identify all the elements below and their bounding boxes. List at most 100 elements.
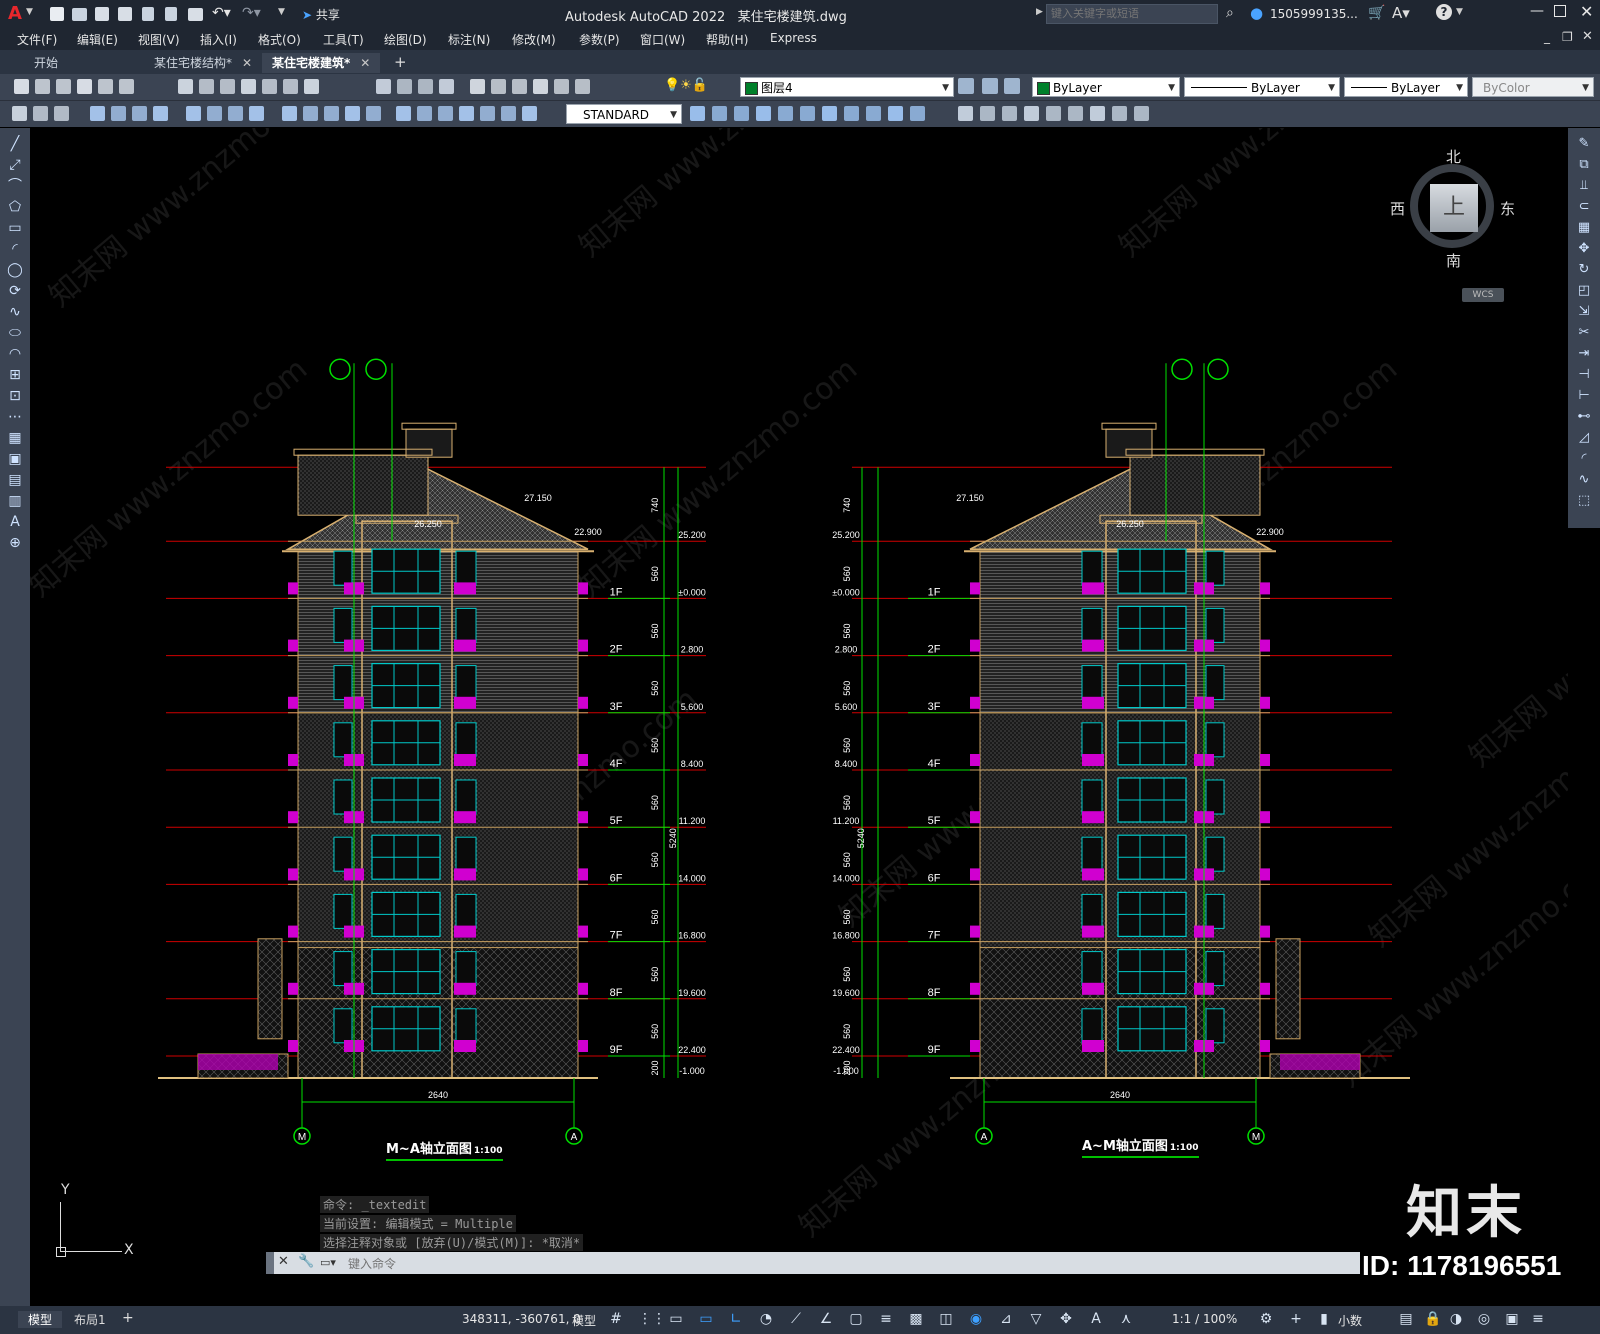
edit-tool-icon[interactable] [241, 79, 256, 94]
tab-architecture[interactable]: 某住宅楼建筑* ✕ [262, 53, 381, 73]
insert-block-icon[interactable]: ⊞ [7, 367, 23, 383]
menu-edit[interactable]: 编辑(E) [77, 31, 118, 48]
annotate-tool-icon[interactable] [480, 106, 495, 121]
mtext-icon[interactable]: A [7, 514, 23, 530]
block-tool-icon[interactable] [958, 106, 973, 121]
arc-tool-icon[interactable] [249, 106, 264, 121]
command-input[interactable] [346, 1254, 1350, 1274]
gradient-icon[interactable]: ▣ [7, 451, 23, 467]
pan-zoom-tool-icon[interactable] [376, 79, 391, 94]
edit-tool-icon[interactable] [262, 79, 277, 94]
search-icon[interactable]: ⌕ [1226, 5, 1234, 21]
grid-icon[interactable]: # [608, 1311, 624, 1327]
new-icon[interactable] [50, 7, 64, 21]
offset-icon[interactable]: ⊂ [1576, 199, 1592, 215]
command-prompt-icon[interactable]: ▭▾ [320, 1256, 336, 1269]
block-tool-icon[interactable] [1090, 106, 1105, 121]
measure-tool-icon[interactable] [345, 106, 360, 121]
break-at-point-icon[interactable]: ⊣ [1576, 367, 1592, 383]
trim-icon[interactable]: ✂ [1576, 325, 1592, 341]
modify-tool-icon[interactable] [734, 106, 749, 121]
arc-icon[interactable]: ◜ [7, 241, 23, 257]
object-snap-tracking-icon[interactable]: ∠ [818, 1311, 834, 1327]
erase-icon[interactable]: ✎ [1576, 136, 1592, 152]
coordinate-readout[interactable]: 348311, -360761, 0 [462, 1312, 581, 1326]
viewcube-north[interactable]: 北 [1446, 146, 1461, 167]
block-tool-icon[interactable] [1024, 106, 1039, 121]
hatch-icon[interactable]: ▦ [7, 430, 23, 446]
tab-structure[interactable]: 某住宅楼结构* ✕ [144, 53, 262, 73]
modify-tool-icon[interactable] [712, 106, 727, 121]
properties-tool-icon[interactable] [491, 79, 506, 94]
measure-tool-icon[interactable] [366, 106, 381, 121]
menu-dimension[interactable]: 标注(N) [448, 31, 490, 48]
selection-filter-icon[interactable]: ▽ [1028, 1311, 1044, 1327]
edit-tool-icon[interactable] [304, 79, 319, 94]
search-input[interactable] [1046, 4, 1218, 24]
isolate-objects-icon[interactable]: ◑ [1448, 1311, 1464, 1327]
point-icon[interactable]: ⋯ [7, 409, 23, 425]
block-tool-icon[interactable] [1134, 106, 1149, 121]
dynamic-ucs-icon[interactable]: ⊿ [998, 1311, 1014, 1327]
command-customize-icon[interactable]: 🔧 [298, 1254, 314, 1269]
annotate-tool-icon[interactable] [417, 106, 432, 121]
minimize-icon[interactable]: — [1530, 3, 1544, 19]
block-tool-icon[interactable] [1002, 106, 1017, 121]
save-icon[interactable] [95, 7, 109, 21]
annotate-tool-icon[interactable] [522, 106, 537, 121]
dimension-tool-icon[interactable] [132, 106, 147, 121]
viewcube-west[interactable]: 西 [1390, 198, 1405, 219]
drawing-canvas[interactable]: 知末网 www.znzmo.com 知末网 www.znzmo.com 知末网 ww… [30, 128, 1568, 1306]
menu-help[interactable]: 帮助(H) [706, 31, 748, 48]
user-name[interactable]: 1505999135... [1270, 7, 1358, 21]
layer-match-icon[interactable] [958, 78, 974, 94]
fillet-icon[interactable]: ◜ [1576, 451, 1592, 467]
collaborate-icon[interactable]: A▾ [1392, 4, 1410, 22]
annotation-scale[interactable]: 1:1 / 100% [1172, 1312, 1237, 1326]
annotate-tool-icon[interactable] [396, 106, 411, 121]
infer-constraints-icon[interactable]: ▭ [668, 1311, 684, 1327]
properties-tool-icon[interactable] [575, 79, 590, 94]
draw-tool-icon[interactable] [54, 106, 69, 121]
3d-osnap-icon[interactable]: ◉ [968, 1311, 984, 1327]
tab-start[interactable]: 开始 [24, 53, 68, 73]
units-display[interactable]: 小数 [1338, 1312, 1362, 1329]
menu-tools[interactable]: 工具(T) [323, 31, 364, 48]
doc-minimize-icon[interactable]: _ [1544, 30, 1550, 44]
help-icon[interactable]: ? [1436, 4, 1452, 20]
polyline-icon[interactable]: ⌒ [7, 178, 23, 194]
clean-screen-icon[interactable]: ▣ [1504, 1311, 1520, 1327]
arc-tool-icon[interactable] [228, 106, 243, 121]
user-icon[interactable]: ● [1250, 4, 1263, 22]
edit-tool-icon[interactable] [178, 79, 193, 94]
file-tool-icon[interactable] [56, 79, 71, 94]
measure-tool-icon[interactable] [324, 106, 339, 121]
modify-tool-icon[interactable] [910, 106, 925, 121]
properties-tool-icon[interactable] [554, 79, 569, 94]
table-icon[interactable]: ▥ [7, 493, 23, 509]
layer-isolate-icon[interactable] [1004, 78, 1020, 94]
block-tool-icon[interactable] [1046, 106, 1061, 121]
new-tab-icon[interactable]: + [394, 53, 407, 71]
explode-icon[interactable]: ⬚ [1576, 493, 1592, 509]
properties-tool-icon[interactable] [512, 79, 527, 94]
linetype-dropdown[interactable]: ByLayer ▼ [1184, 77, 1340, 97]
modify-tool-icon[interactable] [822, 106, 837, 121]
menu-window[interactable]: 窗口(W) [640, 31, 685, 48]
modify-tool-icon[interactable] [690, 106, 705, 121]
open-icon[interactable] [72, 8, 87, 21]
extend-icon[interactable]: ⇥ [1576, 346, 1592, 362]
add-selected-icon[interactable]: ⊕ [7, 535, 23, 551]
modify-tool-icon[interactable] [800, 106, 815, 121]
copy-icon[interactable]: ⧉ [1576, 157, 1592, 173]
menu-draw[interactable]: 绘图(D) [384, 31, 427, 48]
annotate-tool-icon[interactable] [459, 106, 474, 121]
modify-tool-icon[interactable] [756, 106, 771, 121]
plus-icon[interactable]: + [1288, 1311, 1304, 1327]
rectangle-icon[interactable]: ▭ [7, 220, 23, 236]
wcs-button[interactable]: WCS [1462, 288, 1504, 302]
plot-icon[interactable] [188, 8, 203, 21]
dimension-tool-icon[interactable] [111, 106, 126, 121]
tab-layout1[interactable]: 布局1 [68, 1311, 112, 1328]
array-icon[interactable]: ▦ [1576, 220, 1592, 236]
